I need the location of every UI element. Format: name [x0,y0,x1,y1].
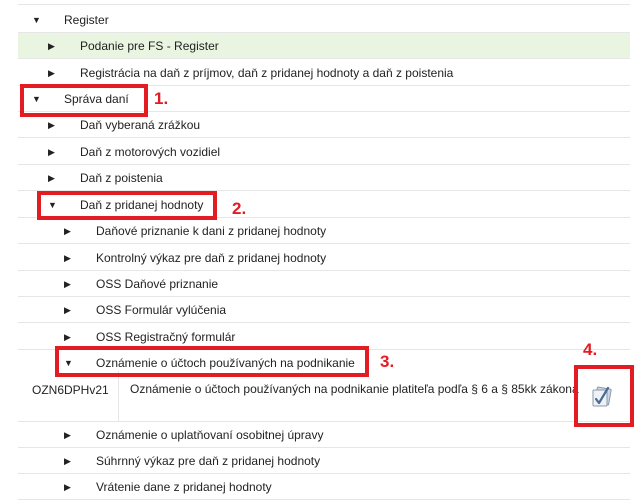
annotation-number-4: 4. [583,340,598,359]
tree-node-kontrolny-vykaz[interactable]: ▶ Kontrolný výkaz pre daň z pridanej hod… [18,245,630,271]
document-code: OZN6DPHv21 [32,383,109,397]
tree-node-label: Daň z motorových vozidiel [80,145,221,159]
tree-node-dan-motorove-vozidla[interactable]: ▶ Daň z motorových vozidiel [18,139,630,165]
collapsed-triangle-icon[interactable]: ▶ [64,245,74,271]
tree-node-vratenie-dph[interactable]: ▶ Vrátenie dane z pridanej hodnoty [18,474,630,500]
tree-node-label: Register [64,13,109,27]
annotation-number-2: 2. [232,199,247,218]
tree-node-suhrnny-vykaz[interactable]: ▶ Súhrnný výkaz pre daň z pridanej hodno… [18,448,630,474]
collapsed-triangle-icon[interactable]: ▶ [48,60,58,86]
tree-node-label: Kontrolný výkaz pre daň z pridanej hodno… [96,251,327,265]
collapsed-triangle-icon[interactable]: ▶ [64,297,74,323]
collapsed-triangle-icon[interactable]: ▶ [64,474,74,500]
collapsed-triangle-icon[interactable]: ▶ [64,422,74,448]
annotation-number-3: 3. [380,352,395,371]
annotation-box-3 [55,346,369,377]
tree-node-label: Registrácia na daň z príjmov, daň z prid… [80,66,454,80]
annotation-number-1: 1. [154,89,169,108]
annotation-box-2 [37,191,217,220]
tree-node-label: OSS Daňové priznanie [96,277,219,291]
tree-node-label: Súhrnný výkaz pre daň z pridanej hodnoty [96,454,321,468]
document-row[interactable]: OZN6DPHv21 Oznámenie o účtoch používanýc… [18,371,630,422]
tree-node-register[interactable]: ▼ Register [18,7,630,33]
collapsed-triangle-icon[interactable]: ▶ [64,271,74,297]
tree-node-label: Daňové priznanie k dani z pridanej hodno… [96,224,327,238]
tree-node-label: Podanie pre FS - Register [80,39,219,53]
tree-node-registracia[interactable]: ▶ Registrácia na daň z príjmov, daň z pr… [18,60,630,86]
collapsed-triangle-icon[interactable]: ▶ [48,33,58,59]
tree-node-label: Oznámenie o uplatňovaní osobitnej úpravy [96,428,324,442]
collapsed-triangle-icon[interactable]: ▶ [64,448,74,474]
tree-row-cut [18,0,630,5]
tree-node-oss-danove-priznanie[interactable]: ▶ OSS Daňové priznanie [18,271,630,297]
tree-node-oznamenie-osobitnej-upravy[interactable]: ▶ Oznámenie o uplatňovaní osobitnej úpra… [18,422,630,448]
tree-node-dan-z-poistenia[interactable]: ▶ Daň z poistenia [18,165,630,191]
tree-node-danove-priznanie-dph[interactable]: ▶ Daňové priznanie k dani z pridanej hod… [18,218,630,244]
annotation-box-1 [20,84,148,117]
annotation-box-4 [574,365,634,427]
document-description: Oznámenie o účtoch používaných na podnik… [130,382,579,396]
collapsed-triangle-icon[interactable]: ▶ [48,139,58,165]
tree-node-label: OSS Formulár vylúčenia [96,303,227,317]
tree-node-oss-formular-vylucenia[interactable]: ▶ OSS Formulár vylúčenia [18,297,630,323]
collapsed-triangle-icon[interactable]: ▶ [64,218,74,244]
column-divider [118,371,119,421]
tree-node-label: Daň z poistenia [80,171,163,185]
expanded-triangle-icon[interactable]: ▼ [32,7,42,33]
collapsed-triangle-icon[interactable]: ▶ [48,165,58,191]
tree-node-podanie-register[interactable]: ▶ Podanie pre FS - Register [18,33,630,59]
tree-node-label: Vrátenie dane z pridanej hodnoty [96,480,272,494]
